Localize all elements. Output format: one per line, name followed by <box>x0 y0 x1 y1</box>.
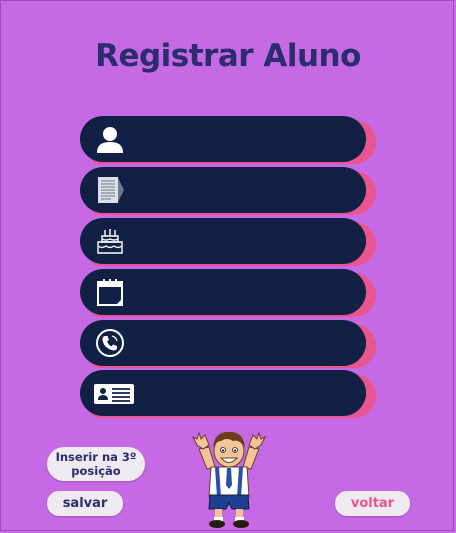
user-icon <box>97 127 123 153</box>
field-row-date <box>80 269 376 317</box>
phone-input[interactable] <box>138 328 352 360</box>
save-button[interactable]: salvar <box>47 491 123 516</box>
phone-field-container <box>80 320 366 366</box>
id-input[interactable] <box>138 378 352 410</box>
field-row-document <box>80 167 376 215</box>
document-icon <box>98 177 124 203</box>
back-button[interactable]: voltar <box>335 491 410 516</box>
birthday-input[interactable] <box>138 226 352 258</box>
id-card-icon <box>94 384 134 404</box>
insert-third-position-button[interactable]: Inserir na 3º posição <box>47 447 145 481</box>
page-title: Registrar Aluno <box>95 38 361 74</box>
name-field-container <box>80 116 366 162</box>
name-input[interactable] <box>138 124 352 156</box>
calendar-icon <box>97 279 123 306</box>
field-row-name <box>80 116 376 164</box>
schoolboy-illustration <box>191 431 267 528</box>
phone-icon <box>96 329 124 357</box>
field-row-phone <box>80 320 376 368</box>
date-input[interactable] <box>138 277 352 309</box>
document-field-container <box>80 167 366 213</box>
field-row-birthday <box>80 218 376 266</box>
birthday-cake-icon <box>97 229 123 254</box>
birthday-field-container <box>80 218 366 264</box>
date-field-container <box>80 269 366 315</box>
id-field-container <box>80 370 366 416</box>
field-row-id <box>80 370 376 418</box>
document-input[interactable] <box>138 175 352 207</box>
